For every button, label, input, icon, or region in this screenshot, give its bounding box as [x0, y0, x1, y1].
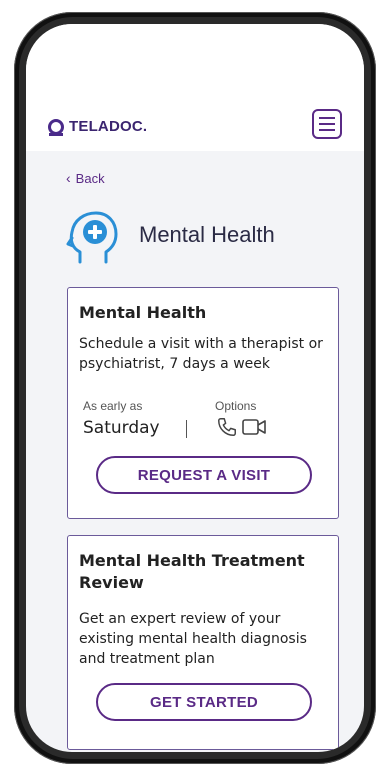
card-description: Get an expert review of your existing me… — [79, 611, 307, 667]
video-icon — [242, 419, 266, 435]
card-description: Schedule a visit with a therapist or psy… — [79, 336, 323, 372]
app-screen: TELADOC. ‹ Back Mental Health Mental Hea… — [26, 24, 364, 752]
back-link[interactable]: ‹ Back — [66, 170, 105, 186]
mental-health-card: Mental Health Schedule a visit with a th… — [67, 287, 339, 519]
page-title: Mental Health — [139, 222, 275, 247]
header-bar: TELADOC. — [26, 24, 364, 151]
back-label: Back — [75, 170, 105, 186]
request-visit-button[interactable]: REQUEST A VISIT — [96, 456, 312, 494]
chevron-left-icon: ‹ — [66, 170, 71, 186]
availability-value: Saturday — [83, 418, 160, 438]
brand-name: TELADOC. — [69, 118, 148, 135]
get-started-button[interactable]: GET STARTED — [96, 683, 312, 721]
phone-frame: TELADOC. ‹ Back Mental Health Mental Hea… — [14, 12, 376, 764]
teladoc-logo[interactable]: TELADOC. — [48, 118, 148, 136]
head-plus-icon — [66, 211, 118, 264]
teladoc-logo-icon — [48, 118, 64, 136]
options-label: Options — [215, 399, 257, 413]
treatment-review-card: Mental Health Treatment Review Get an ex… — [67, 535, 339, 750]
phone-icon — [218, 418, 236, 436]
card-title: Mental Health — [79, 303, 207, 322]
card-title: Mental Health Treatment Review — [79, 551, 305, 592]
availability-label: As early as — [83, 399, 143, 413]
divider — [186, 420, 187, 438]
hamburger-menu-icon[interactable] — [312, 109, 342, 139]
